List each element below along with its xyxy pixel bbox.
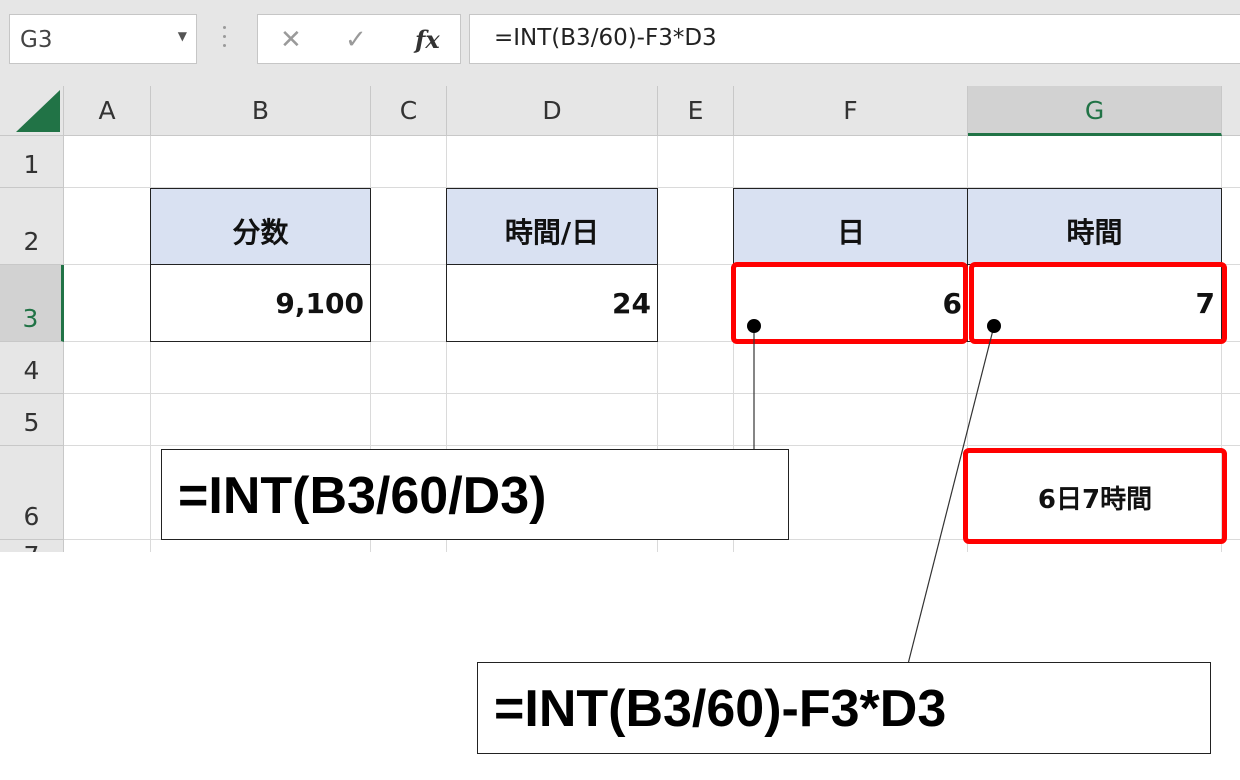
chevron-down-icon[interactable]: ▼ bbox=[178, 29, 187, 43]
cancel-icon[interactable]: ✕ bbox=[280, 25, 302, 55]
pointer-dot-g3 bbox=[987, 319, 1001, 333]
cell-b2[interactable]: 分数 bbox=[150, 188, 371, 266]
row-header-3-label: 3 bbox=[22, 304, 39, 333]
row-header-4-label: 4 bbox=[23, 356, 40, 385]
name-box-value: G3 bbox=[20, 27, 53, 53]
row-header-4[interactable]: 4 bbox=[0, 342, 64, 394]
cell-g6-text: 6日7時間 bbox=[1037, 485, 1153, 515]
formula-input[interactable]: =INT(B3/60)-F3*D3 bbox=[469, 14, 1240, 64]
cell-d3-text: 24 bbox=[612, 287, 651, 320]
column-header-a[interactable]: A bbox=[64, 86, 151, 136]
cell-g2[interactable]: 時間 bbox=[967, 188, 1222, 266]
gridline bbox=[64, 393, 1240, 394]
callout-days-formula-text: =INT(B3/60/D3) bbox=[178, 467, 547, 525]
column-header-g[interactable]: G bbox=[968, 86, 1222, 136]
formula-text: =INT(B3/60)-F3*D3 bbox=[494, 25, 717, 51]
row-header-5[interactable]: 5 bbox=[0, 394, 64, 446]
column-header-d[interactable]: D bbox=[447, 86, 658, 136]
row-header-1[interactable]: 1 bbox=[0, 136, 64, 188]
column-header-e[interactable]: E bbox=[658, 86, 734, 136]
highlight-box-g3 bbox=[969, 262, 1227, 344]
cell-b2-text: 分数 bbox=[232, 216, 289, 249]
name-box[interactable]: G3 ▼ bbox=[9, 14, 197, 64]
callout-days-formula: =INT(B3/60/D3) bbox=[161, 449, 789, 540]
column-header-h-partial[interactable] bbox=[1222, 86, 1240, 136]
row-header-6-label: 6 bbox=[23, 502, 40, 531]
highlight-box-f3 bbox=[731, 262, 968, 344]
cell-b3[interactable]: 9,100 bbox=[150, 264, 371, 342]
gridline bbox=[64, 445, 1240, 446]
formula-bar: G3 ▼ ✕ ✓ fx =INT(B3/60)-F3*D3 bbox=[0, 0, 1240, 86]
formula-buttons: ✕ ✓ fx bbox=[257, 14, 461, 64]
row-header-7-label: 7 bbox=[0, 541, 63, 552]
column-header-f[interactable]: F bbox=[734, 86, 968, 136]
row-header-5-label: 5 bbox=[23, 408, 40, 437]
enter-check-icon[interactable]: ✓ bbox=[345, 25, 367, 55]
cell-f2[interactable]: 日 bbox=[733, 188, 969, 266]
cell-f2-text: 日 bbox=[836, 216, 865, 249]
column-header-b[interactable]: B bbox=[151, 86, 371, 136]
callout-hours-formula: =INT(B3/60)-F3*D3 bbox=[477, 662, 1211, 754]
select-all-triangle-icon bbox=[16, 90, 60, 132]
cell-d2-text: 時間/日 bbox=[504, 216, 600, 249]
row-header-1-label: 1 bbox=[23, 150, 40, 179]
cell-d2[interactable]: 時間/日 bbox=[446, 188, 658, 266]
select-all-corner[interactable] bbox=[0, 86, 64, 136]
row-header-6[interactable]: 6 bbox=[0, 446, 64, 540]
row-header-7[interactable]: 7 bbox=[0, 540, 64, 552]
cell-d3[interactable]: 24 bbox=[446, 264, 658, 342]
column-header-c[interactable]: C bbox=[371, 86, 447, 136]
insert-function-icon[interactable]: fx bbox=[415, 25, 440, 54]
row-header-2-label: 2 bbox=[23, 227, 40, 256]
more-options-icon[interactable] bbox=[221, 26, 227, 52]
cell-b3-text: 9,100 bbox=[275, 287, 364, 320]
pointer-dot-f3 bbox=[747, 319, 761, 333]
cell-g6[interactable]: 6日7時間 bbox=[963, 448, 1227, 544]
row-header-3[interactable]: 3 bbox=[0, 265, 64, 342]
callout-hours-formula-text: =INT(B3/60)-F3*D3 bbox=[494, 680, 947, 738]
row-header-2[interactable]: 2 bbox=[0, 188, 64, 265]
cell-g2-text: 時間 bbox=[1066, 216, 1123, 249]
